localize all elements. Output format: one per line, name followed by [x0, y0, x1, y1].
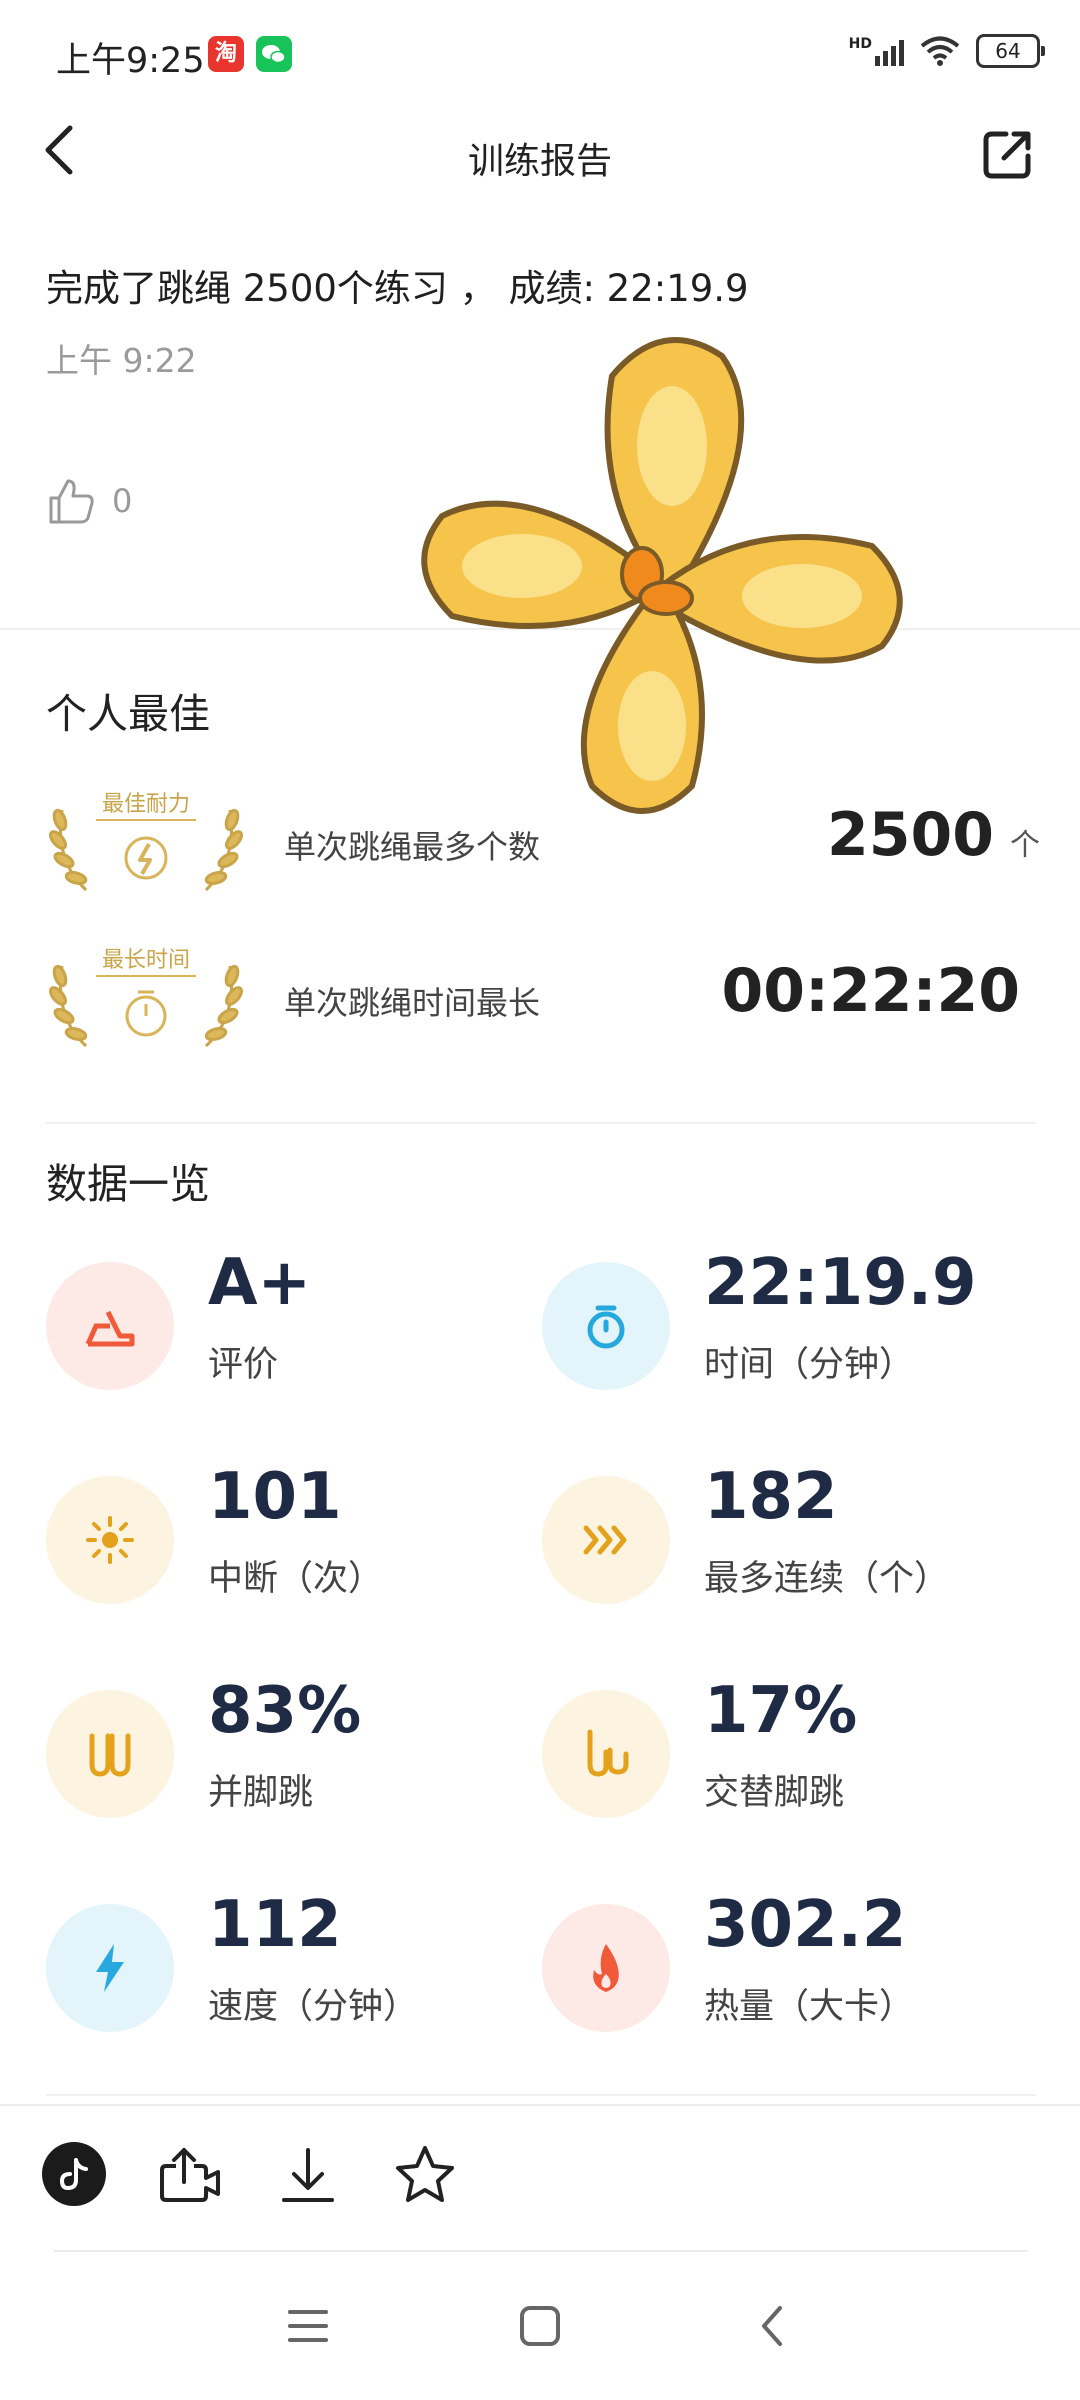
- stat-icon-wrap: [46, 1476, 174, 1604]
- stat-icon-wrap: [542, 1904, 670, 2032]
- sun-icon: [86, 1516, 134, 1564]
- status-right: HD 64: [849, 34, 1045, 68]
- taobao-icon: 淘: [208, 36, 244, 72]
- stat-label: 交替脚跳: [704, 1773, 845, 1813]
- export-video-button[interactable]: [158, 2146, 222, 2208]
- battery-indicator: 64: [976, 34, 1045, 68]
- feet-together-icon: [89, 1733, 131, 1777]
- menu-icon: [288, 2310, 328, 2342]
- home-square-icon: [520, 2306, 560, 2346]
- menu-nav-button[interactable]: [286, 2306, 330, 2350]
- tiktok-icon[interactable]: [42, 2142, 106, 2206]
- star-icon: [396, 2146, 454, 2202]
- flower-sticker: [392, 316, 932, 856]
- pb-value: 00:22:20: [721, 956, 1020, 1026]
- stat-icon-wrap: [542, 1262, 670, 1390]
- longest-time-badge: 最长时间: [46, 936, 246, 1056]
- bolt-icon: [96, 1944, 124, 1992]
- divider: [54, 2250, 1028, 2252]
- best-endurance-badge: 最佳耐力: [46, 780, 246, 900]
- divider: [46, 1122, 1036, 1124]
- overview-title: 数据一览: [46, 1160, 210, 1208]
- summary-text: 完成了跳绳 2500个练习 ， 成绩: 22:19.9: [46, 267, 749, 310]
- timer-icon: [587, 1305, 625, 1349]
- page-title: 训练报告: [467, 141, 612, 182]
- share-button[interactable]: [980, 126, 1044, 190]
- download-button[interactable]: [278, 2146, 338, 2208]
- divider: [46, 2094, 1036, 2096]
- stat-value: 22:19.9: [704, 1246, 977, 1320]
- feet-alternate-icon: [587, 1729, 629, 1777]
- external-share-icon: [983, 131, 1031, 179]
- pb-value-row: 00:22:20: [722, 956, 1020, 1026]
- badge-text: 最长时间: [101, 948, 190, 973]
- back-nav-button[interactable]: [756, 2302, 788, 2354]
- stat-icon-wrap: [542, 1476, 670, 1604]
- badge-text: 最佳耐力: [101, 792, 190, 817]
- back-triangle-icon: [762, 2306, 782, 2346]
- rating-icon: [85, 1310, 135, 1347]
- stat-value: 101: [208, 1460, 342, 1534]
- export-video-icon: [160, 2148, 220, 2202]
- like-button[interactable]: 0: [46, 476, 132, 526]
- stat-value: 302.2: [704, 1888, 907, 1962]
- stat-label: 评价: [208, 1345, 279, 1385]
- download-icon: [282, 2148, 334, 2202]
- stat-label: 最多连续（个）: [704, 1559, 950, 1599]
- personal-best-title: 个人最佳: [46, 690, 210, 738]
- stat-value: 112: [208, 1888, 342, 1962]
- thumbs-up-icon: [49, 479, 94, 524]
- wechat-icon: [256, 36, 292, 72]
- stat-label: 速度（分钟）: [208, 1987, 419, 2027]
- status-time: 上午9:25: [56, 41, 205, 81]
- favorite-button[interactable]: [394, 2144, 456, 2208]
- stat-label: 中断（次）: [208, 1559, 384, 1599]
- stat-value: 83%: [208, 1674, 362, 1748]
- stat-label: 时间（分钟）: [704, 1345, 915, 1385]
- like-count: 0: [112, 482, 133, 520]
- flame-icon: [593, 1944, 619, 1992]
- stat-icon-wrap: [46, 1904, 174, 2032]
- stat-value: 17%: [704, 1674, 858, 1748]
- stat-icon-wrap: [46, 1690, 174, 1818]
- signal-icon: HD: [849, 36, 904, 66]
- home-nav-button[interactable]: [518, 2304, 562, 2352]
- stat-value: 182: [704, 1460, 838, 1534]
- stat-value: A+: [208, 1246, 312, 1320]
- stat-icon-wrap: [542, 1690, 670, 1818]
- stat-icon-wrap: [46, 1262, 174, 1390]
- stat-label: 并脚跳: [208, 1773, 314, 1813]
- pb-unit: 个: [1010, 828, 1040, 863]
- pb-label: 单次跳绳时间最长: [284, 984, 541, 1022]
- chevrons-icon: [583, 1525, 627, 1555]
- summary-time: 上午 9:22: [46, 341, 197, 380]
- stat-label: 热量（大卡）: [704, 1987, 915, 2027]
- wifi-icon: [920, 36, 960, 66]
